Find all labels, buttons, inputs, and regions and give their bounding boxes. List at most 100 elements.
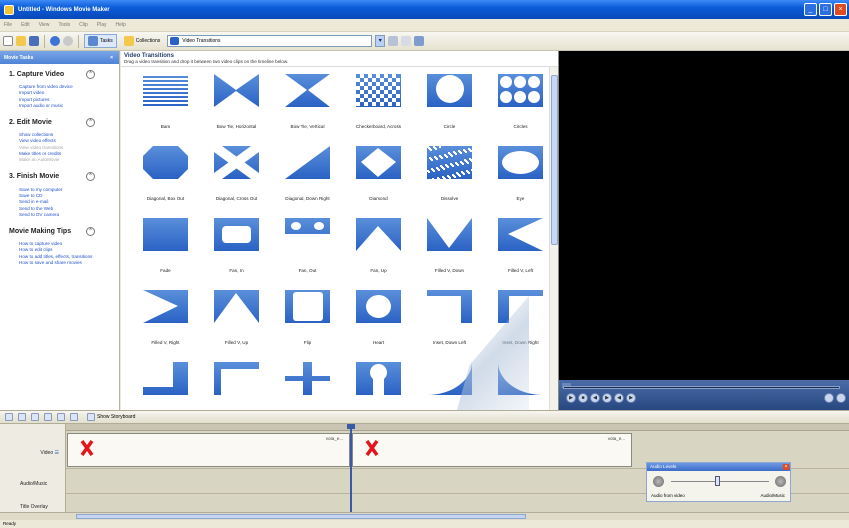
transition-item[interactable]: Diamond: [342, 139, 415, 211]
open-project-icon[interactable]: [16, 36, 26, 46]
close-window-button[interactable]: ×: [834, 3, 847, 16]
movie-maker-app-icon: [4, 4, 14, 15]
transition-item[interactable]: [129, 355, 202, 410]
menu-help[interactable]: Help: [115, 22, 125, 28]
transition-item[interactable]: Fan, Up: [342, 211, 415, 283]
transition-item[interactable]: Checkerboard, Across: [342, 67, 415, 139]
transition-item[interactable]: Diagonal, Down Right: [271, 139, 344, 211]
collection-location-dropdown[interactable]: Video Transitions: [167, 35, 373, 47]
transition-item[interactable]: Diagonal, Box Out: [129, 139, 202, 211]
rewind-timeline-icon[interactable]: [57, 413, 65, 421]
chevron-down-icon[interactable]: ▾: [375, 35, 386, 47]
task-section-header[interactable]: 1. Capture Video ⌃: [9, 68, 119, 80]
next-frame-button[interactable]: ▶: [602, 393, 612, 403]
menu-edit[interactable]: Edit: [21, 22, 30, 28]
collections-button[interactable]: Collections: [120, 34, 164, 48]
new-folder-icon[interactable]: [401, 36, 412, 46]
maximize-button[interactable]: □: [819, 3, 832, 16]
chevron-up-icon[interactable]: ⌃: [86, 69, 95, 79]
rewind-button[interactable]: ◀: [614, 393, 624, 403]
transition-item[interactable]: Filled V, Down: [413, 211, 486, 283]
fast-forward-button[interactable]: ▶: [626, 393, 636, 403]
close-pane-icon[interactable]: ×: [110, 55, 113, 61]
transition-thumbnail: [214, 218, 259, 251]
transition-item[interactable]: [271, 355, 344, 410]
chevron-up-icon[interactable]: ⌃: [86, 226, 95, 236]
save-project-icon[interactable]: [29, 36, 39, 46]
narrate-timeline-icon[interactable]: [18, 413, 26, 421]
set-audio-levels-icon[interactable]: [5, 413, 13, 421]
play-button[interactable]: ▶: [566, 393, 576, 403]
menu-file[interactable]: File: [4, 22, 12, 28]
transition-item[interactable]: Flip: [271, 283, 344, 355]
close-dialog-icon[interactable]: ×: [783, 464, 789, 470]
transition-item[interactable]: Heart: [342, 283, 415, 355]
show-storyboard-button[interactable]: Show Storyboard: [87, 413, 135, 421]
stop-button[interactable]: ■: [578, 393, 588, 403]
zoom-out-icon[interactable]: [44, 413, 52, 421]
task-section: 2. Edit Movie ⌃ Show collections View video…: [0, 112, 119, 166]
preview-seek-bar[interactable]: [563, 386, 840, 389]
transition-item[interactable]: Inset, Down Left: [413, 283, 486, 355]
tasks-icon: [88, 36, 98, 46]
transition-item[interactable]: Eye: [484, 139, 557, 211]
menu-play[interactable]: Play: [97, 22, 107, 28]
redo-icon[interactable]: [63, 36, 73, 46]
transition-item[interactable]: [200, 355, 273, 410]
views-icon[interactable]: [414, 36, 425, 46]
play-timeline-icon[interactable]: [70, 413, 78, 421]
transition-item[interactable]: Fade: [129, 211, 202, 283]
transition-item[interactable]: Bow Tie, Vertical: [271, 67, 344, 139]
audio-balance-slider-thumb[interactable]: [715, 476, 720, 486]
content-vertical-scrollbar[interactable]: [549, 67, 558, 410]
timeline-ruler[interactable]: [66, 424, 849, 431]
transition-thumbnail: [285, 146, 330, 179]
split-button[interactable]: [824, 393, 834, 403]
transition-item[interactable]: [342, 355, 415, 410]
audio-music-label: Audio/Music: [760, 493, 785, 498]
transition-item[interactable]: Dissolve: [413, 139, 486, 211]
new-project-icon[interactable]: [3, 36, 13, 46]
transition-label: Flip: [303, 340, 312, 345]
chevron-up-icon[interactable]: ⌃: [86, 172, 95, 182]
chevron-up-icon[interactable]: ⌃: [86, 117, 95, 127]
transition-item[interactable]: Bars: [129, 67, 202, 139]
timeline-horizontal-scrollbar[interactable]: [0, 512, 849, 520]
task-section-header[interactable]: 3. Finish Movie ⌃: [9, 171, 119, 183]
menu-tools[interactable]: Tools: [58, 22, 70, 28]
task-section-header[interactable]: Movie Making Tips ⌃: [9, 225, 119, 237]
transition-item[interactable]: Circles: [484, 67, 557, 139]
zoom-in-icon[interactable]: [31, 413, 39, 421]
undo-icon[interactable]: [50, 36, 60, 46]
task-link[interactable]: How to save and share movies: [19, 260, 119, 266]
take-picture-button[interactable]: [836, 393, 846, 403]
video-clip[interactable]: vota_e...: [67, 433, 350, 467]
tasks-button[interactable]: Tasks: [84, 34, 117, 48]
menu-view[interactable]: View: [39, 22, 50, 28]
transition-item[interactable]: Filled V, Left: [484, 211, 557, 283]
transition-item[interactable]: Filled V, Right: [129, 283, 202, 355]
up-one-level-icon[interactable]: [388, 36, 399, 46]
transition-item[interactable]: Fan, In: [200, 211, 273, 283]
previous-frame-button[interactable]: ◀: [590, 393, 600, 403]
transition-item[interactable]: Circle: [413, 67, 486, 139]
toolbar: Tasks Collections Video Transitions ▾: [0, 32, 849, 51]
clip-name: vota_e...: [607, 436, 625, 441]
transition-label: Dissolve: [440, 196, 459, 201]
transition-item[interactable]: Fan, Out: [271, 211, 344, 283]
expand-track-icon[interactable]: ☰: [55, 450, 59, 456]
transition-label: Bars: [160, 124, 171, 129]
audio-balance-slider-track[interactable]: [671, 481, 769, 482]
menu-clip[interactable]: Clip: [79, 22, 88, 28]
transition-item[interactable]: Filled V, Up: [200, 283, 273, 355]
task-link[interactable]: Import audio or music: [19, 103, 119, 109]
transition-item[interactable]: Bow Tie, Horizontal: [200, 67, 273, 139]
task-section: 1. Capture Video ⌃ Capture from video devi…: [0, 64, 119, 112]
task-section-header[interactable]: 2. Edit Movie ⌃: [9, 116, 119, 128]
task-link[interactable]: Send to DV camera: [19, 212, 119, 218]
transition-item[interactable]: Diagonal, Cross Out: [200, 139, 273, 211]
video-clip[interactable]: vota_e...: [352, 433, 632, 467]
transition-label: Fan, Up: [370, 268, 387, 273]
video-track-label[interactable]: Video ☰: [0, 450, 66, 456]
minimize-button[interactable]: _: [804, 3, 817, 16]
